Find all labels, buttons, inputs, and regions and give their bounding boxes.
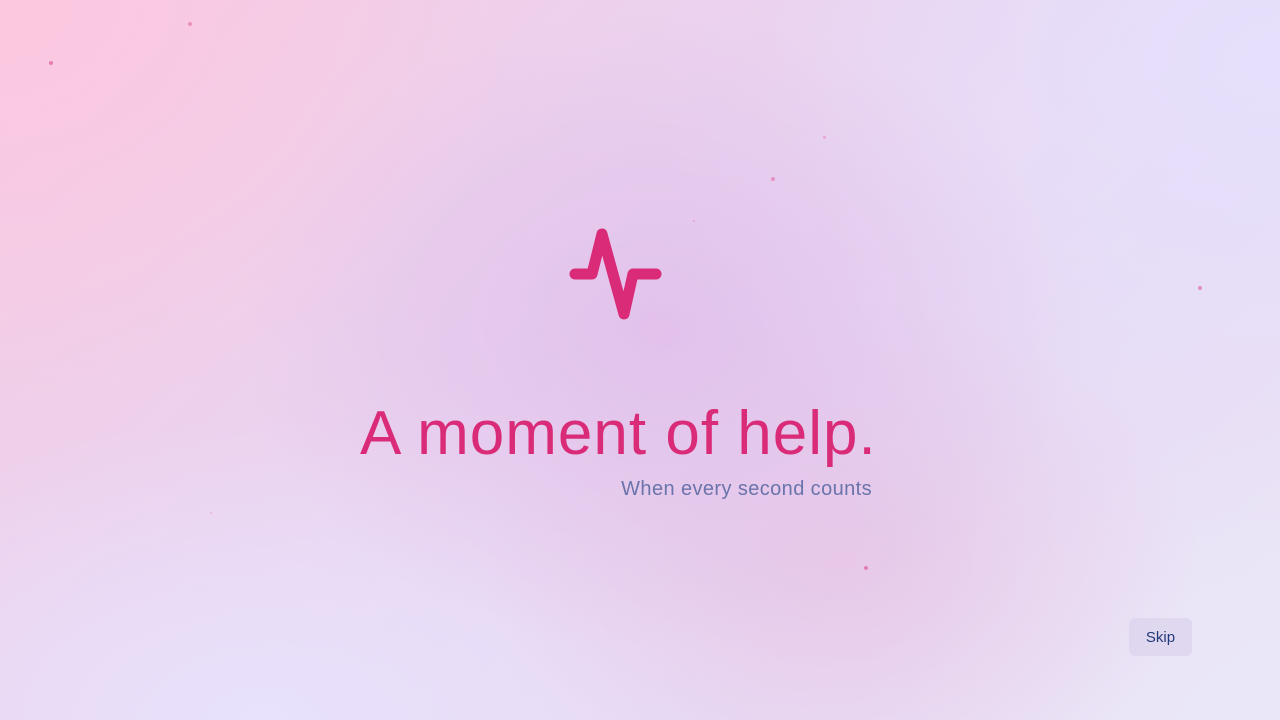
particle [771,177,775,181]
gradient-background [0,0,1280,720]
particle [864,566,868,570]
particle [823,136,826,139]
particle [188,22,192,26]
headline: A moment of help. [360,399,877,468]
pulse-heartbeat-icon [569,228,662,320]
particle [210,512,212,514]
particle [1198,286,1202,290]
particle [693,220,695,222]
tagline: When every second counts [621,478,872,500]
particle [49,61,53,65]
skip-button[interactable]: Skip [1129,618,1192,656]
